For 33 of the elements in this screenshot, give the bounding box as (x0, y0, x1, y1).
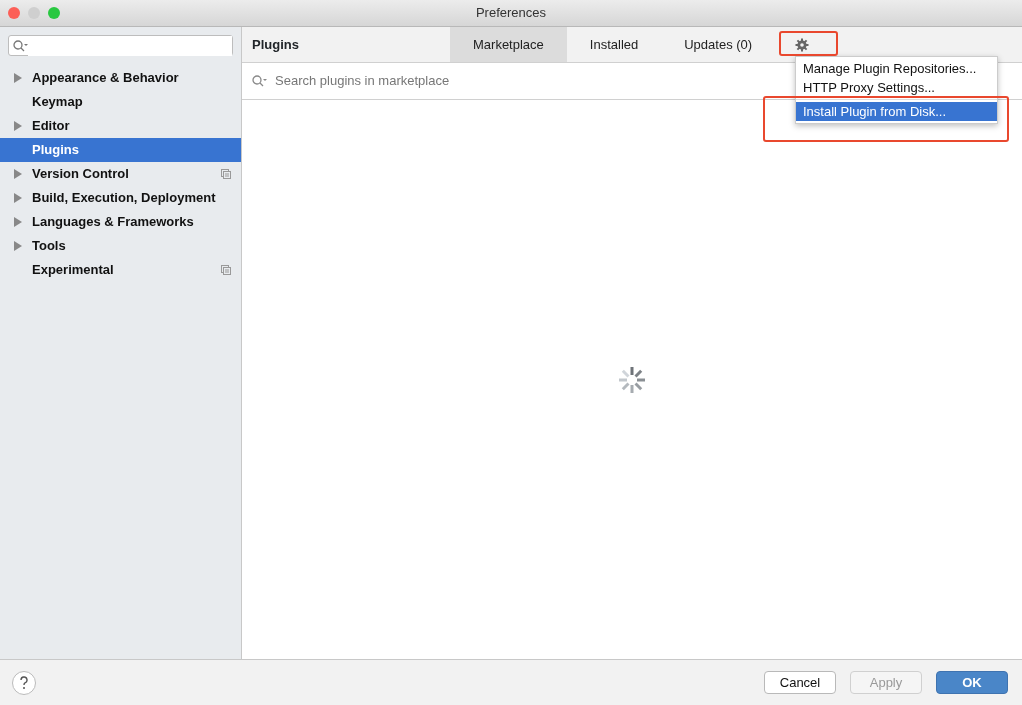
sidebar-item[interactable]: Version Control (32, 164, 221, 184)
sidebar-item[interactable]: Experimental (32, 260, 221, 280)
sidebar-item[interactable]: Editor (32, 116, 231, 136)
expand-arrow-icon[interactable] (14, 241, 22, 251)
search-icon (252, 75, 267, 87)
copy-icon (221, 169, 231, 179)
sidebar-item[interactable]: Build, Execution, Deployment (32, 188, 231, 208)
highlight-box (779, 31, 838, 56)
sidebar-item[interactable]: Keymap (32, 92, 231, 112)
zoom-window-button[interactable] (48, 7, 60, 19)
settings-search-field[interactable] (8, 35, 233, 56)
sidebar-item[interactable]: Languages & Frameworks (32, 212, 231, 232)
expand-arrow-icon[interactable] (14, 121, 22, 131)
expand-arrow-icon[interactable] (14, 169, 22, 179)
dialog-button[interactable]: Cancel (764, 671, 836, 694)
tab[interactable]: Marketplace (450, 27, 567, 62)
expand-arrow-icon[interactable] (14, 217, 22, 227)
expand-arrow-icon[interactable] (14, 73, 22, 83)
section-title: Plugins (251, 35, 300, 54)
settings-icon (795, 37, 810, 52)
close-window-button[interactable] (8, 7, 20, 19)
tab[interactable]: Updates (0) (661, 27, 776, 62)
help-button[interactable] (12, 670, 36, 695)
menu-item[interactable]: Install Plugin from Disk... (796, 102, 997, 121)
expand-arrow-icon[interactable] (14, 193, 22, 203)
question-mark-icon (19, 675, 29, 690)
sidebar-item[interactable]: Appearance & Behavior (32, 68, 231, 88)
dialog-button[interactable]: OK (936, 671, 1008, 694)
tab[interactable]: Installed (566, 27, 662, 62)
copy-icon (221, 265, 231, 275)
sidebar-item[interactable]: Tools (32, 236, 231, 256)
search-icon (13, 39, 28, 52)
window-title: Preferences (475, 4, 547, 23)
